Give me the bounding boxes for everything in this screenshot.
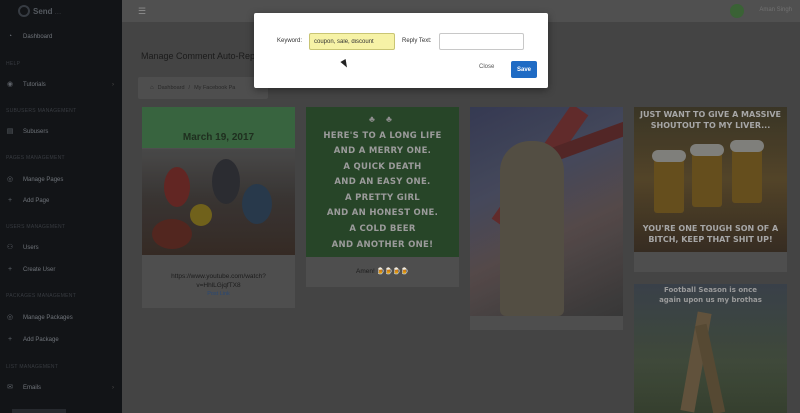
reply-text-input[interactable] bbox=[439, 33, 524, 50]
keyword-input[interactable] bbox=[309, 33, 395, 50]
auto-reply-modal: Keyword: Reply Text: Close Save bbox=[254, 13, 548, 88]
reply-text-label: Reply Text: bbox=[402, 38, 432, 44]
close-button[interactable]: Close bbox=[479, 64, 494, 70]
keyword-label: Keyword: bbox=[277, 38, 303, 44]
save-button[interactable]: Save bbox=[511, 61, 537, 78]
